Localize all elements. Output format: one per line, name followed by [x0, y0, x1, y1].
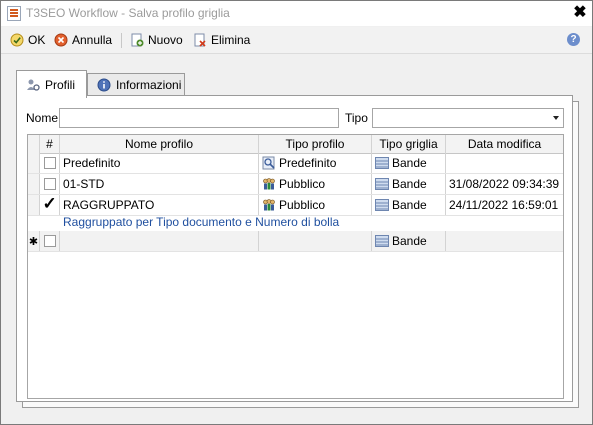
cancel-label: Annulla — [72, 33, 113, 47]
toolbar: OK Annulla Nuovo Elimina — [1, 27, 592, 54]
new-row-marker: ✱ — [28, 231, 40, 251]
delete-button[interactable]: Elimina — [193, 32, 250, 48]
row-indicator — [28, 153, 40, 173]
new-label: Nuovo — [148, 33, 183, 47]
grid-header: # Nome profilo Tipo profilo Tipo griglia… — [28, 135, 563, 154]
info-icon — [97, 78, 111, 92]
search-doc-icon — [262, 156, 275, 170]
row-checkbox[interactable] — [43, 235, 56, 247]
users-gear-icon — [27, 79, 40, 91]
profile-type-text: Pubblico — [279, 177, 326, 191]
delete-document-icon — [194, 33, 206, 47]
profile-name-cell[interactable] — [60, 231, 259, 251]
toolbar-separator — [121, 33, 122, 48]
delete-label: Elimina — [211, 33, 251, 47]
column-header-number[interactable]: # — [40, 135, 60, 153]
row-checkbox-cell — [40, 195, 60, 215]
profile-name-cell[interactable]: Predefinito — [60, 153, 259, 173]
modified-date-cell[interactable]: 31/08/2022 09:34:39 — [446, 174, 563, 194]
app-icon — [7, 6, 21, 21]
bands-icon — [375, 157, 389, 169]
people-icon — [263, 199, 275, 211]
group-description: Raggruppato per Tipo documento e Numero … — [63, 215, 340, 229]
type-select[interactable] — [372, 108, 564, 128]
tab-profili[interactable]: Profili — [16, 70, 87, 98]
grid-type-cell[interactable]: Bande — [372, 153, 446, 173]
cancel-button[interactable]: Annulla — [54, 32, 112, 48]
profile-type-text: Predefinito — [279, 156, 337, 170]
new-button[interactable]: Nuovo — [130, 32, 183, 48]
name-input[interactable] — [59, 108, 339, 128]
title-bar: T3SEO Workflow - Salva profilo griglia ✖ — [1, 1, 592, 26]
dialog-window: T3SEO Workflow - Salva profilo griglia ✖… — [0, 0, 593, 425]
column-header-tipo-profilo[interactable]: Tipo profilo — [259, 135, 372, 153]
profile-type-cell[interactable] — [259, 231, 372, 251]
column-header-data-modifica[interactable]: Data modifica — [446, 135, 563, 153]
row-indicator — [28, 174, 40, 194]
modified-date-cell[interactable] — [446, 153, 563, 173]
column-header-tipo-griglia[interactable]: Tipo griglia — [372, 135, 446, 153]
chevron-down-icon[interactable] — [553, 116, 559, 120]
ok-button[interactable]: OK — [10, 32, 45, 48]
grid-type-text: Bande — [392, 234, 427, 248]
row-checkbox-cell — [40, 174, 60, 194]
ok-label: OK — [28, 33, 46, 47]
grid-type-cell[interactable]: Bande — [372, 231, 446, 251]
check-circle-icon — [10, 33, 24, 47]
type-label: Tipo — [345, 111, 368, 125]
tab-informazioni[interactable]: Informazioni — [87, 73, 185, 96]
row-indicator-header — [28, 135, 40, 153]
grid-type-text: Bande — [392, 177, 427, 191]
grid-type-text: Bande — [392, 198, 427, 212]
window-title: T3SEO Workflow - Salva profilo griglia — [26, 6, 230, 20]
bands-icon — [375, 178, 389, 190]
bands-icon — [375, 235, 389, 247]
row-checkbox-cell — [40, 231, 60, 251]
help-icon[interactable]: ? — [567, 33, 580, 46]
column-header-nome-profilo[interactable]: Nome profilo — [60, 135, 259, 153]
grid-type-cell[interactable]: Bande — [372, 174, 446, 194]
add-document-icon — [131, 33, 144, 47]
profile-type-cell[interactable]: Predefinito — [259, 153, 372, 173]
tab-profili-label: Profili — [45, 77, 76, 92]
row-indicator — [28, 195, 40, 215]
grid-type-text: Bande — [392, 156, 427, 170]
profile-type-cell[interactable]: Pubblico — [259, 174, 372, 194]
row-checkbox-cell — [40, 153, 60, 173]
row-checkbox-checked[interactable] — [43, 195, 57, 214]
cancel-icon — [54, 33, 68, 47]
row-checkbox[interactable] — [43, 178, 56, 190]
modified-date-cell[interactable] — [446, 231, 563, 251]
name-label: Nome — [26, 111, 59, 125]
table-row[interactable]: Predefinito Predefinito Bande — [28, 153, 563, 174]
profile-name-cell[interactable]: 01-STD — [60, 174, 259, 194]
new-row[interactable]: ✱ Bande — [28, 231, 563, 252]
bands-icon — [375, 199, 389, 211]
row-checkbox[interactable] — [43, 157, 56, 169]
tab-informazioni-label: Informazioni — [116, 78, 182, 92]
table-row[interactable]: 01-STD Pubblico Bande 31/08/2022 09:34:3… — [28, 174, 563, 195]
profile-type-text: Pubblico — [279, 198, 326, 212]
profiles-grid: # Nome profilo Tipo profilo Tipo griglia… — [27, 134, 564, 399]
people-icon — [263, 178, 275, 190]
close-button[interactable]: ✖ — [571, 3, 589, 23]
